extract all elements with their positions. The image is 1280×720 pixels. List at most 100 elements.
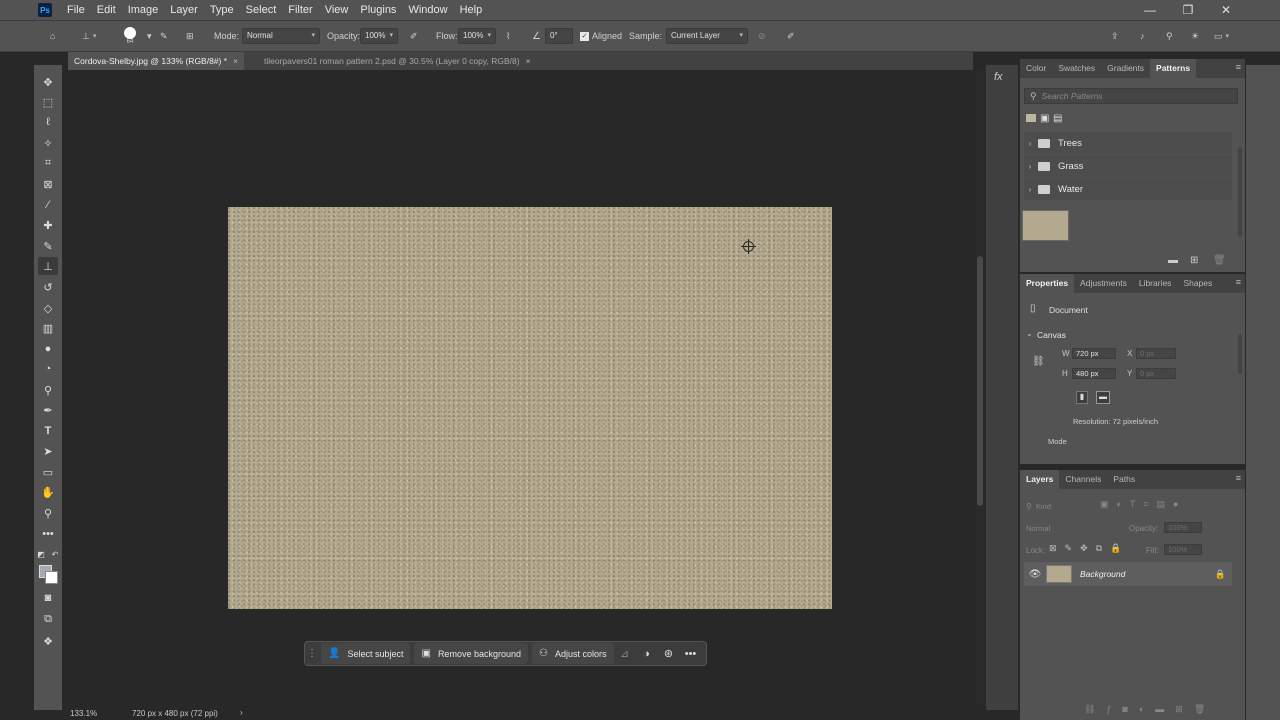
new-pattern-icon[interactable]: ⊞	[1190, 255, 1198, 266]
marquee-tool-icon[interactable]: ⬚	[38, 93, 58, 111]
new-group-folder-icon[interactable]: ▬	[1168, 255, 1178, 266]
pressure-opacity-icon[interactable]: ✐	[410, 21, 418, 51]
folder-grass[interactable]: › Grass	[1024, 155, 1232, 177]
trash-icon[interactable]: 🗑	[1213, 255, 1226, 266]
layer-name[interactable]: Background	[1080, 569, 1215, 579]
eyedropper-tool-icon[interactable]: ⁄	[38, 196, 58, 214]
more-options-icon[interactable]: •••	[680, 648, 702, 660]
move-tool-icon[interactable]: ✥	[38, 73, 58, 91]
close-icon[interactable]: ×	[526, 56, 531, 66]
dodge-tool-icon[interactable]: ◔	[38, 360, 58, 378]
flow-field[interactable]: 100% ▾	[458, 28, 496, 44]
close-icon[interactable]: ✕	[1208, 0, 1244, 20]
tab-patterns[interactable]: Patterns	[1150, 59, 1197, 78]
menu-select[interactable]: Select	[240, 0, 283, 20]
mask-icon[interactable]: ◑	[636, 648, 658, 660]
patterns-scrollbar[interactable]	[1238, 147, 1242, 237]
menu-help[interactable]: Help	[454, 0, 489, 20]
panel-menu-icon[interactable]: ≡	[1236, 473, 1241, 483]
clone-stamp-tool-icon[interactable]: ⊥ ▾	[82, 21, 96, 51]
aligned-checkbox[interactable]: ✓	[580, 31, 589, 41]
lasso-tool-icon[interactable]: ℓ	[38, 113, 58, 131]
history-brush-tool-icon[interactable]: ↺	[38, 278, 58, 296]
menu-plugins[interactable]: Plugins	[354, 0, 402, 20]
pattern-swatch[interactable]	[1022, 210, 1069, 241]
chevron-right-icon[interactable]: ›	[1024, 162, 1036, 171]
sponge-tool-icon[interactable]: ⚲	[38, 381, 58, 399]
layer-filter-icons[interactable]: ▣◐T⌗▤●	[1100, 499, 1186, 510]
zoom-tool-icon[interactable]: ⚲	[38, 504, 58, 522]
grid-view-small-icon[interactable]	[1026, 114, 1036, 122]
eye-icon[interactable]: 👁	[1024, 569, 1046, 580]
pen-tool-icon[interactable]: ✒	[38, 401, 58, 419]
swap-colors-icon[interactable]: ↶	[50, 545, 60, 563]
chevron-right-icon[interactable]: ›	[1024, 185, 1036, 194]
search-icon[interactable]: ⚲	[1166, 21, 1173, 51]
scroll-thumb[interactable]	[977, 256, 983, 506]
magic-wand-tool-icon[interactable]: ✧	[38, 134, 58, 152]
menu-filter[interactable]: Filter	[282, 0, 318, 20]
bell-icon[interactable]: ♪	[1140, 21, 1145, 51]
search-patterns-field[interactable]: ⚲ Search Patterns	[1024, 88, 1238, 104]
menu-file[interactable]: File	[61, 0, 91, 20]
quick-mask-icon[interactable]: ◙	[38, 589, 58, 607]
brush-preset-picker[interactable]: 64	[124, 21, 136, 51]
generative-fill-icon[interactable]: ❖	[38, 632, 58, 650]
menu-type[interactable]: Type	[204, 0, 240, 20]
select-subject-button[interactable]: 👤 Select subject	[321, 643, 411, 664]
portrait-orientation-icon[interactable]: ▮	[1076, 391, 1088, 404]
minimize-icon[interactable]: —	[1132, 0, 1168, 20]
height-field[interactable]: 480 px	[1072, 368, 1116, 379]
menu-view[interactable]: View	[319, 0, 355, 20]
tab-shapes[interactable]: Shapes	[1177, 274, 1218, 293]
panel-menu-icon[interactable]: ≡	[1236, 277, 1241, 287]
tab-layers[interactable]: Layers	[1020, 470, 1060, 489]
default-colors-icon[interactable]: ◩	[36, 545, 46, 563]
kind-filter-select[interactable]: ⚲ Kind	[1026, 500, 1094, 513]
tab-libraries[interactable]: Libraries	[1133, 274, 1178, 293]
remove-background-button[interactable]: ▣ Remove background	[414, 643, 528, 664]
tab-color[interactable]: Color	[1020, 59, 1052, 78]
tab-adjustments[interactable]: Adjustments	[1074, 274, 1133, 293]
chevron-down-icon[interactable]: ▾	[147, 21, 152, 51]
tab-properties[interactable]: Properties	[1020, 274, 1075, 293]
folder-trees[interactable]: › Trees	[1024, 132, 1232, 154]
clone-stamp-tool-icon[interactable]: ⊥	[38, 257, 58, 275]
transform-icon[interactable]: ⊿	[614, 647, 636, 660]
chevron-down-icon[interactable]: ⌄	[1026, 329, 1033, 338]
grid-view-icon[interactable]: ▣	[1040, 113, 1049, 124]
width-field[interactable]: 720 px	[1072, 348, 1116, 359]
fx-icon[interactable]: fx	[994, 71, 1003, 83]
tab-swatches[interactable]: Swatches	[1052, 59, 1101, 78]
tab-gradients[interactable]: Gradients	[1101, 59, 1150, 78]
panel-menu-icon[interactable]: ≡	[1236, 62, 1241, 72]
tab-channels[interactable]: Channels	[1059, 470, 1107, 489]
chevron-right-icon[interactable]: ›	[1024, 139, 1036, 148]
menu-edit[interactable]: Edit	[91, 0, 122, 20]
gradient-tool-icon[interactable]: ▥	[38, 319, 58, 337]
brush-tool-icon[interactable]: ✎	[38, 237, 58, 255]
landscape-orientation-icon[interactable]: ▬	[1096, 391, 1110, 404]
document-canvas[interactable]	[228, 207, 832, 609]
pressure-size-icon[interactable]: ✐	[787, 21, 795, 51]
eraser-tool-icon[interactable]: ◇	[38, 299, 58, 317]
blur-tool-icon[interactable]: ●	[38, 340, 58, 358]
menu-window[interactable]: Window	[402, 0, 453, 20]
drag-handle-icon[interactable]: ⋮	[307, 648, 317, 659]
path-selection-tool-icon[interactable]: ➤	[38, 442, 58, 460]
crop-tool-icon[interactable]: ⌗	[38, 154, 58, 172]
maximize-icon[interactable]: ❐	[1170, 0, 1206, 20]
layer-footer-icons[interactable]: ⛓ƒ◙◐▬⊞🗑	[1084, 704, 1216, 715]
clone-source-icon[interactable]: ⊞	[186, 21, 194, 51]
brush-settings-icon[interactable]: ✎	[160, 21, 168, 51]
lock-icon[interactable]: 🔒	[1215, 569, 1226, 580]
frame-tool-icon[interactable]: ⊠	[38, 175, 58, 193]
hand-tool-icon[interactable]: ✋	[38, 483, 58, 501]
ignore-adjustment-layers-icon[interactable]: ⊘	[758, 21, 766, 51]
link-icon[interactable]: ⛓	[1032, 356, 1045, 367]
chevron-right-icon[interactable]: ›	[240, 708, 243, 717]
close-icon[interactable]: ×	[233, 56, 238, 66]
layer-row-background[interactable]: 👁 Background 🔒	[1024, 562, 1232, 586]
sample-select[interactable]: Current Layer ▾	[666, 28, 748, 44]
menu-image[interactable]: Image	[122, 0, 165, 20]
